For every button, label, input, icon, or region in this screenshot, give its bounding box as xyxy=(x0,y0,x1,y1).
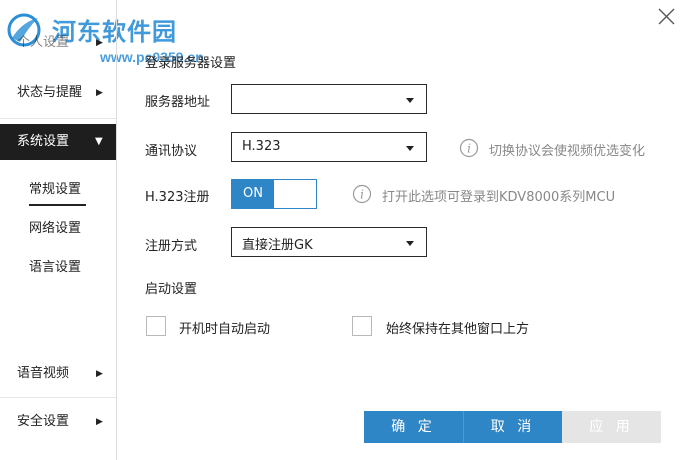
svg-text:i: i xyxy=(467,142,471,156)
apply-button[interactable]: 应 用 xyxy=(562,411,661,443)
chevron-right-icon: ▶ xyxy=(96,417,103,427)
h323-register-toggle[interactable]: ON xyxy=(231,179,317,209)
auto-start-checkbox[interactable] xyxy=(146,316,166,336)
chevron-right-icon: ▶ xyxy=(96,38,103,48)
always-on-top-label: 始终保持在其他窗口上方 xyxy=(386,322,530,337)
info-icon: i xyxy=(459,138,479,158)
sidebar-item-security[interactable]: 安全设置 ▶ xyxy=(0,404,116,440)
svg-text:i: i xyxy=(360,188,364,202)
info-icon: i xyxy=(352,184,372,204)
sidebar-divider xyxy=(0,118,116,119)
protocol-value: H.323 xyxy=(242,139,281,154)
caret-down-icon xyxy=(406,241,414,246)
sidebar-item-personal[interactable]: 个人设置 ▶ xyxy=(0,25,116,61)
chevron-right-icon: ▶ xyxy=(96,369,103,379)
sidebar-item-label: 系统设置 xyxy=(17,134,70,149)
sidebar-subitem-network[interactable]: 网络设置 xyxy=(29,217,81,236)
startup-title: 启动设置 xyxy=(145,282,198,297)
register-mode-label: 注册方式 xyxy=(145,239,198,254)
protocol-hint: 切换协议会使视频优选变化 xyxy=(489,144,646,159)
register-mode-value: 直接注册GK xyxy=(242,238,313,253)
sidebar-item-system[interactable]: 系统设置 ▼ xyxy=(0,124,116,160)
sidebar-item-label: 安全设置 xyxy=(17,414,70,429)
toggle-on-label: ON xyxy=(232,180,274,208)
always-on-top-checkbox[interactable] xyxy=(352,316,372,336)
auto-start-label: 开机时自动启动 xyxy=(179,322,271,337)
active-subitem-underline xyxy=(29,204,86,206)
sidebar-divider xyxy=(0,397,116,398)
sidebar-item-status[interactable]: 状态与提醒 ▶ xyxy=(0,75,116,111)
protocol-select[interactable]: H.323 xyxy=(231,132,427,162)
protocol-label: 通讯协议 xyxy=(145,144,198,159)
server-address-select[interactable] xyxy=(231,84,427,114)
sidebar-item-label: 个人设置 xyxy=(17,35,70,50)
caret-down-icon xyxy=(406,146,414,151)
close-icon[interactable] xyxy=(654,4,680,30)
sidebar-item-label: 语音视频 xyxy=(17,366,70,381)
cancel-button[interactable]: 取 消 xyxy=(463,411,562,443)
h323-register-label: H.323注册 xyxy=(145,190,210,205)
caret-down-icon xyxy=(406,98,414,103)
ok-button[interactable]: 确 定 xyxy=(364,411,463,443)
register-mode-select[interactable]: 直接注册GK xyxy=(231,227,427,257)
section-title: 登录服务器设置 xyxy=(145,56,237,71)
sidebar-item-av[interactable]: 语音视频 ▶ xyxy=(0,356,116,392)
sidebar-item-label: 状态与提醒 xyxy=(17,85,83,100)
sidebar-subitem-general[interactable]: 常规设置 xyxy=(29,178,81,197)
sidebar-subitem-language[interactable]: 语言设置 xyxy=(29,256,81,275)
h323-register-hint: 打开此选项可登录到KDV8000系列MCU xyxy=(382,190,616,205)
chevron-right-icon: ▶ xyxy=(96,88,103,98)
chevron-down-icon: ▼ xyxy=(95,136,103,147)
server-address-label: 服务器地址 xyxy=(145,95,211,110)
